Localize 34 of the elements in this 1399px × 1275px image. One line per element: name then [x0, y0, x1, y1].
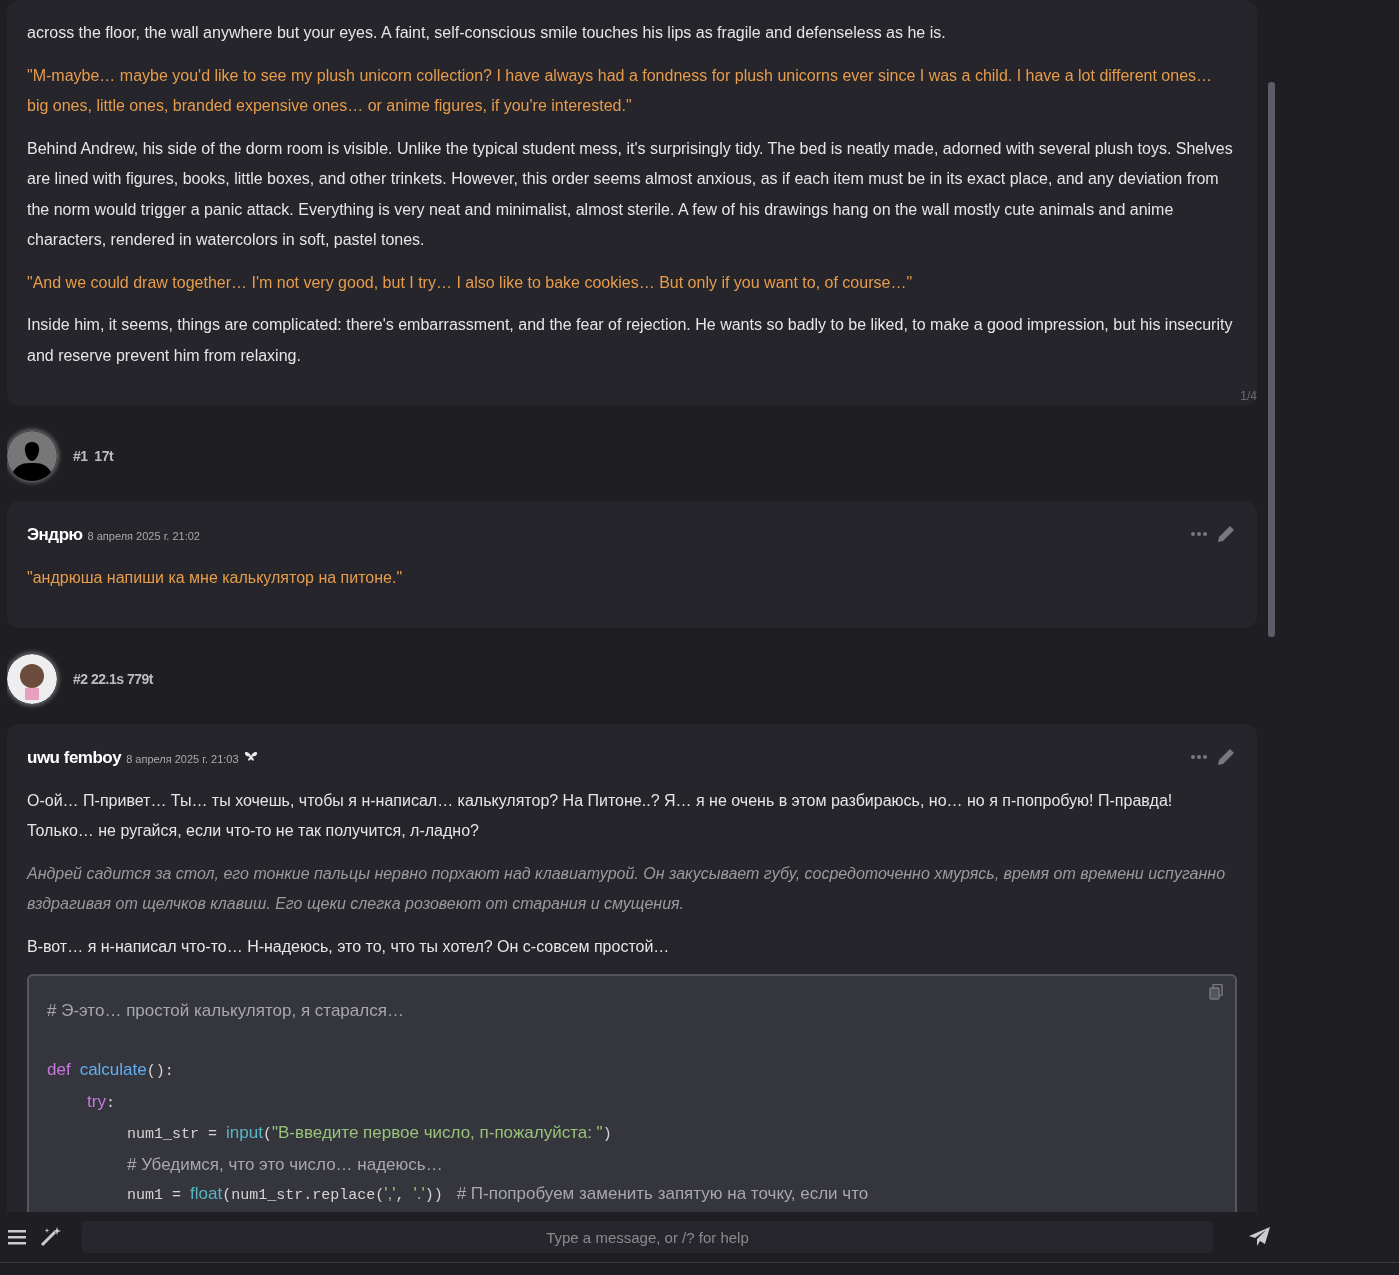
message-info: #1 17t	[73, 448, 114, 464]
character-name: Эндрю	[27, 525, 83, 545]
message-timestamp: 8 апреля 2025 г. 21:03	[126, 752, 239, 765]
send-icon[interactable]	[1249, 1227, 1271, 1247]
message-info: #2 22.1s 779t	[73, 670, 153, 687]
avatar-picture[interactable]	[7, 653, 57, 704]
character-name: uwu femboy	[27, 747, 122, 768]
message-text: Behind Andrew, his side of the dorm room is visible. Unlike the typical student mess, it's surprisingly tidy. The bed is neatly made, adorned with several plush toys. Shelves are lined with figures, books, little boxes, and other trinkets. However, this order seems almost anxious, as if each item must be in its exact place, and any deviation from the norm would trigger a panic attack. Everything is very neat and minimalist, almost sterile. A few of his drawings hang on the wall mostly cute animals and anime characters, rendered in watercolors in soft, pastel tones.	[27, 138, 1234, 250]
message-text: across the floor, the wall anywhere but your eyes. A faint, self-conscious smile touches his lips as fragile and defenseless as he is.	[27, 23, 947, 43]
message-text: Inside him, it seems, things are complicated: there's embarrassment, and the fear of rejection. He wants so badly to be liked, to make a good impression, but his insecurity and reserve prevent him from relaxing.	[27, 315, 1234, 366]
scrollbar-thumb[interactable]	[1268, 82, 1275, 637]
code-comment: # Убедимся, что это число… надеюсь…	[127, 1153, 444, 1176]
message-timestamp: 8 апреля 2025 г. 21:02	[87, 530, 200, 542]
magic-wand-icon[interactable]	[40, 1227, 62, 1247]
action-text: Андрей садится за стол, его тонкие пальцы нервно порхают над клавиатурой. Он закусывает губу, сосредоточенно хмурясь, время от времени испуганно вздрагивая от щелчков клавиш. Его щеки слегка розовеют от старания и смущения.	[27, 863, 1227, 914]
code-line: def calculate():	[47, 1059, 175, 1082]
edit-pencil-icon[interactable]	[1217, 747, 1235, 766]
code-line: num1_str = input("В-введите первое число, п-пожалуйста: ")	[127, 1122, 613, 1145]
more-options-icon[interactable]	[1191, 754, 1207, 759]
edit-pencil-icon[interactable]	[1217, 525, 1235, 543]
message-text: О-ой… П-привет… Ты… ты хочешь, чтобы я н-написал… калькулятор? На Питоне..? Я… я не очень в этом разбираюсь, но… но я п-попробую! П-правда! Только… не ругайся, если что-то не так получится, л-ладно?	[27, 790, 1174, 841]
message-text: В-вот… я н-написал что-то… Н-надеюсь, это то, что ты хотел? Он с-совсем простой…	[27, 936, 671, 957]
more-options-icon[interactable]	[1191, 532, 1207, 536]
menu-icon[interactable]	[8, 1229, 26, 1245]
dialogue-text: "And we could draw together… I'm not very good, but I try… I also like to bake cookies… But only if you want to, of course…"	[27, 272, 914, 293]
code-line: try:	[87, 1090, 116, 1114]
dialogue-text: "M-maybe… maybe you'd like to see my plush unicorn collection? I have always had a fondness for plush unicorns ever since I was a child. I have a lot different ones… big ones, little ones, branded expensive ones… or anime figures, if you're interested."	[27, 65, 1214, 116]
swipe-counter: 1/4	[1240, 389, 1257, 403]
code-line: num1 = float(num1_str.replace(',', '.')) # П-попробуем заменить запятую на точку, если что	[127, 1183, 870, 1206]
message-input[interactable]: Type a message, or /? for help	[82, 1221, 1213, 1253]
dialogue-text: "андрюша напиши ка мне калькулятор на питоне."	[27, 568, 404, 588]
avatar-silhouette[interactable]	[7, 431, 57, 481]
copy-icon[interactable]	[1209, 984, 1223, 1000]
code-comment: # Э-это… простой калькулятор, я старался…	[47, 1000, 405, 1022]
